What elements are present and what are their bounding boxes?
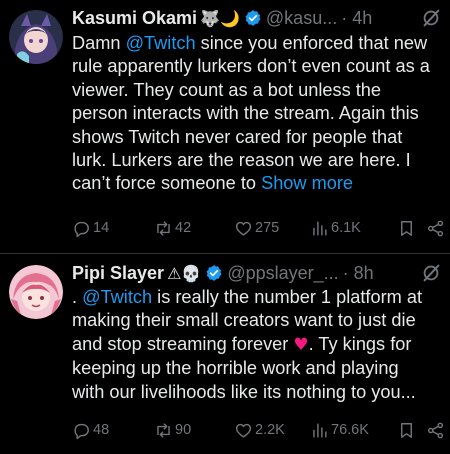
tweet-header: Kasumi Okami 🐺🌙 @kasu... · 4h [72,5,442,31]
like-button[interactable]: 2.2K [234,421,285,440]
timestamp[interactable]: · 4h [341,8,372,29]
text-line: Damn @Twitch since you enforced that new [72,33,428,53]
avatar[interactable] [9,10,63,64]
text-line: with our livelihoods like its nothing to… [72,381,416,402]
repost-button[interactable]: 90 [154,421,191,440]
grok-icon[interactable] [420,262,442,284]
views-count: 76.6K [331,422,369,438]
like-count: 2.2K [255,422,285,438]
like-icon [235,423,252,438]
reply-button[interactable]: 14 [72,219,109,238]
views-icon [313,220,327,236]
views-button[interactable]: 6.1K [310,219,361,238]
text-line: lurk. Lurkers are the reason we are here… [72,150,411,171]
share-icon [427,220,444,236]
tweet-pipi[interactable]: Pipi Slayer ⚠💀 @ppslayer_... · 8h . @Twi… [0,253,450,454]
text-line: rule apparently lurkers don’t even count… [72,56,430,77]
views-button[interactable]: 76.6K [310,421,369,440]
author-name[interactable]: Kasumi Okami [72,8,197,29]
bookmark-icon [401,220,412,236]
like-count: 275 [255,220,280,236]
author-handle[interactable]: @ppslayer_... [227,263,338,284]
like-icon [235,221,252,236]
text-line: shows Twitch never cared for people that [72,126,403,147]
views-count: 6.1K [331,220,361,236]
action-bar: 14 42 275 6.1K [72,216,444,240]
reply-icon [74,221,89,237]
reply-count: 48 [93,422,110,438]
mention-link[interactable]: @Twitch [126,33,196,53]
repost-button[interactable]: 42 [154,219,191,238]
tweet-text: . @Twitch is really the number 1 platfor… [72,286,442,404]
verified-badge-icon [244,9,262,27]
share-button[interactable] [426,421,445,440]
bookmark-button[interactable] [397,219,416,238]
author-handle[interactable]: @kasu... [266,8,337,29]
repost-icon [157,220,170,236]
name-emoji: 🐺🌙 [200,8,240,28]
text-line: making their small creators want to just… [72,310,416,331]
tweet-text: Damn @Twitch since you enforced that new… [72,32,442,196]
reply-icon [74,423,89,439]
reply-count: 14 [93,220,110,236]
action-bar: 48 90 2.2K 76.6K [72,418,444,442]
text-line: person interacts with the stream. Again … [72,103,419,124]
text-line: keeping up the horrible work and playing [72,358,399,379]
share-button[interactable] [426,219,445,238]
text-line: . @Twitch is really the number 1 platfor… [72,287,423,307]
heart-emoji: ♥ [293,334,309,355]
name-emoji: ⚠💀 [167,263,202,283]
tweet-kasumi[interactable]: Kasumi Okami 🐺🌙 @kasu... · 4h Damn @Twit… [0,0,450,253]
like-button[interactable]: 275 [234,219,279,238]
repost-icon [157,422,170,438]
reply-button[interactable]: 48 [72,421,109,440]
author-name[interactable]: Pipi Slayer [72,263,164,284]
show-more-link[interactable]: Show more [261,173,353,193]
repost-count: 42 [175,220,192,236]
share-icon [427,422,444,438]
bookmark-button[interactable] [397,421,416,440]
repost-count: 90 [175,422,192,438]
tweet-header: Pipi Slayer ⚠💀 @ppslayer_... · 8h [72,260,442,286]
bookmark-icon [401,422,412,438]
text-line: and stop streaming forever ♥. Ty kings f… [72,333,412,355]
text-line: can’t force someone to Show more [72,173,354,194]
grok-icon[interactable] [420,7,442,29]
avatar[interactable] [9,265,63,319]
views-icon [313,422,327,438]
mention-link[interactable]: @Twitch [82,287,152,307]
timestamp[interactable]: · 8h [343,263,374,284]
text-line: viewer. They count as a bot unless the [72,79,382,100]
verified-badge-icon [205,264,223,282]
